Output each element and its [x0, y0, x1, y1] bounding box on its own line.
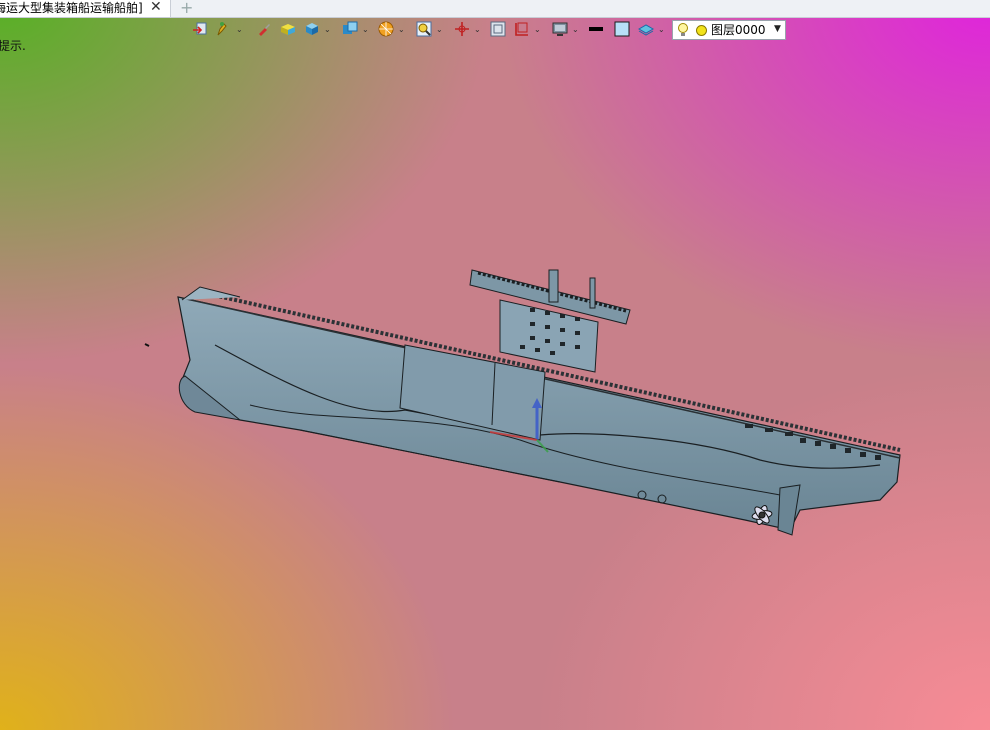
ship-model[interactable]	[0, 0, 990, 730]
mast	[589, 277, 596, 309]
funnel	[548, 269, 559, 303]
